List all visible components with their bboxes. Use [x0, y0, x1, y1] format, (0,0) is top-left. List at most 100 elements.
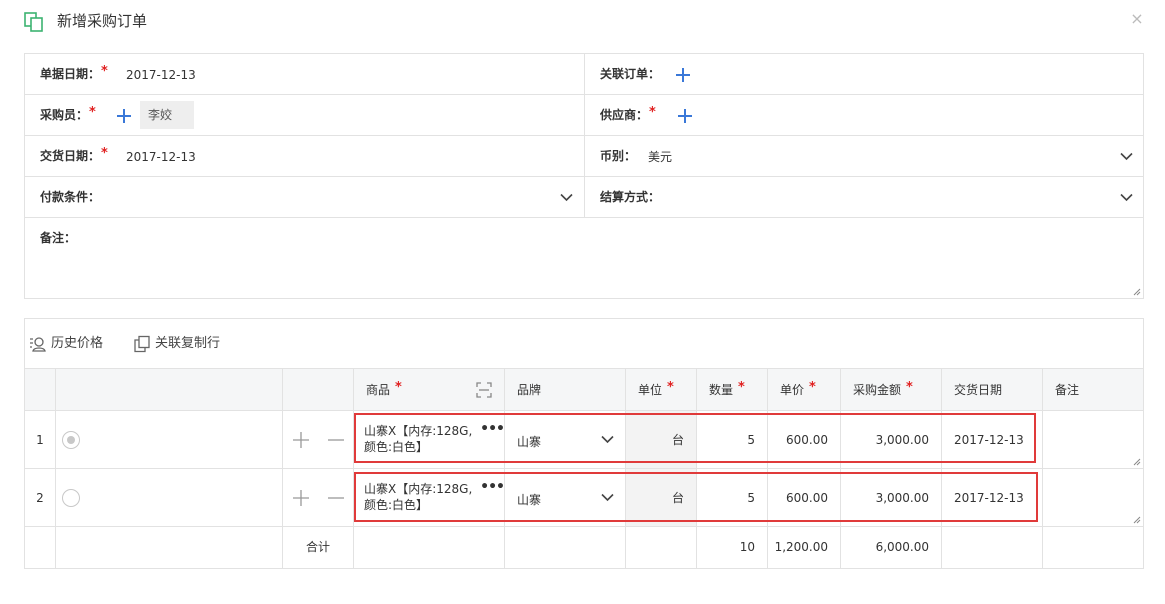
form-row: 交货日期：* 2017-12-13 币别： 美元 [25, 136, 1143, 177]
product-cell[interactable]: 山寨X【内存:128G,颜色:白色】 ••• [354, 411, 505, 469]
doc-date-field: 单据日期：* 2017-12-13 [25, 54, 585, 94]
form-row: 单据日期：* 2017-12-13 关联订单： [25, 54, 1143, 95]
currency-field[interactable]: 币别： 美元 [585, 136, 1143, 176]
form-row: 采购员：* 李姣 供应商：* [25, 95, 1143, 136]
chevron-down-icon[interactable] [601, 435, 614, 444]
product-header: 商品 * [354, 369, 505, 411]
brand-select[interactable]: 山寨 [505, 469, 626, 527]
dialog-title: 新增采购订单 [57, 12, 148, 30]
payment-terms-label: 付款条件： [40, 190, 101, 204]
quantity-cell[interactable]: 5 [697, 411, 768, 469]
product-cell[interactable]: 山寨X【内存:128G,颜色:白色】 ••• [354, 469, 505, 527]
dialog-header: 新增采购订单 × [24, 8, 1145, 36]
total-empty-cell [354, 527, 505, 568]
unit-price-header-label: 单价 [780, 383, 805, 397]
row-index: 1 [25, 411, 56, 469]
amount-cell[interactable]: 3,000.00 [841, 469, 942, 527]
payment-terms-field[interactable]: 付款条件： [25, 177, 585, 217]
buyer-field: 采购员：* 李姣 [25, 95, 585, 135]
product-name: 山寨X【内存:128G,颜色:白色】 [364, 424, 473, 454]
remarks-field[interactable]: 备注： [25, 218, 1143, 298]
copy-row-button[interactable]: 关联复制行 [133, 335, 243, 353]
buyer-label: 采购员： [40, 108, 89, 122]
row-actions-cell [283, 411, 354, 469]
row-select-cell [56, 411, 283, 469]
remarks-cell[interactable] [1043, 469, 1143, 527]
copy-row-label: 关联复制行 [155, 336, 221, 351]
quantity-cell[interactable]: 5 [697, 469, 768, 527]
remarks-header: 备注 [1043, 369, 1143, 411]
total-index-cell [25, 527, 56, 568]
resize-grip-icon[interactable] [1133, 288, 1141, 296]
add-buyer-plus-icon[interactable] [116, 108, 132, 124]
doc-date-value[interactable]: 2017-12-13 [126, 68, 196, 82]
order-lines-panel: 历史价格 关联复制行 商品 * 品牌 单位 * 数量 * 单价 * 采购金额 * 交货日期… [24, 318, 1144, 569]
unit-header-label: 单位 [638, 383, 663, 397]
unit-price-cell[interactable]: 600.00 [768, 411, 841, 469]
scan-icon[interactable] [476, 382, 492, 398]
currency-value: 美元 [648, 150, 673, 164]
remove-row-minus-icon[interactable] [328, 432, 344, 448]
unit-header: 单位 * [626, 369, 697, 411]
row-actions-cell [283, 469, 354, 527]
resize-grip-icon[interactable] [1133, 516, 1141, 524]
settlement-method-field[interactable]: 结算方式： [585, 177, 1143, 217]
required-mark: * [809, 380, 816, 395]
row-radio-selected[interactable] [62, 431, 80, 449]
unit-price-header: 单价 * [768, 369, 841, 411]
row-select-cell [56, 469, 283, 527]
brand-select[interactable]: 山寨 [505, 411, 626, 469]
required-mark: * [101, 146, 108, 161]
unit-cell: 台 [626, 469, 697, 527]
order-icon [24, 12, 43, 32]
delivery-date-cell[interactable]: 2017-12-13 [942, 469, 1043, 527]
total-empty-cell [1043, 527, 1143, 568]
required-mark: * [738, 380, 745, 395]
chevron-down-icon[interactable] [1120, 152, 1133, 161]
brand-header: 品牌 [505, 369, 626, 411]
total-amount: 6,000.00 [841, 527, 942, 568]
product-header-label: 商品 [366, 383, 391, 397]
brand-value: 山寨 [517, 435, 542, 449]
add-row-plus-icon[interactable] [293, 490, 309, 506]
doc-date-label: 单据日期： [40, 67, 101, 81]
amount-header-label: 采购金额 [853, 383, 902, 397]
resize-grip-icon[interactable] [1133, 458, 1141, 466]
total-empty-cell [626, 527, 697, 568]
index-header [25, 369, 56, 411]
order-form: 单据日期：* 2017-12-13 关联订单： 采购员：* 李姣 供应商：* 交… [24, 53, 1144, 299]
total-unit-price: 1,200.00 [768, 527, 841, 568]
more-options-icon[interactable]: ••• [480, 421, 505, 437]
row-radio[interactable] [62, 489, 80, 507]
form-row: 付款条件： 结算方式： [25, 177, 1143, 218]
chevron-down-icon[interactable] [1120, 193, 1133, 202]
delivery-date-cell[interactable]: 2017-12-13 [942, 411, 1043, 469]
total-label: 合计 [283, 527, 354, 568]
close-icon[interactable]: × [1129, 11, 1145, 27]
related-order-label: 关联订单： [600, 67, 661, 81]
add-related-order-plus-icon[interactable] [675, 67, 691, 83]
history-price-button[interactable]: 历史价格 [29, 335, 119, 353]
remarks-cell[interactable] [1043, 411, 1143, 469]
chevron-down-icon[interactable] [560, 193, 573, 202]
unit-cell: 台 [626, 411, 697, 469]
add-row-plus-icon[interactable] [293, 432, 309, 448]
currency-label: 币别： [600, 149, 637, 163]
chevron-down-icon[interactable] [601, 493, 614, 502]
brand-value: 山寨 [517, 493, 542, 507]
more-options-icon[interactable]: ••• [480, 479, 505, 495]
delivery-date-label: 交货日期： [40, 149, 101, 163]
supplier-label: 供应商： [600, 108, 649, 122]
delivery-date-value[interactable]: 2017-12-13 [126, 150, 196, 164]
add-supplier-plus-icon[interactable] [677, 108, 693, 124]
amount-cell[interactable]: 3,000.00 [841, 411, 942, 469]
buyer-chip[interactable]: 李姣 [140, 101, 194, 129]
unit-price-cell[interactable]: 600.00 [768, 469, 841, 527]
required-mark: * [649, 105, 656, 120]
delivery-date-field: 交货日期：* 2017-12-13 [25, 136, 585, 176]
remove-row-minus-icon[interactable] [328, 490, 344, 506]
select-header [56, 369, 283, 411]
total-empty-cell [942, 527, 1043, 568]
required-mark: * [89, 105, 96, 120]
required-mark: * [667, 380, 674, 395]
